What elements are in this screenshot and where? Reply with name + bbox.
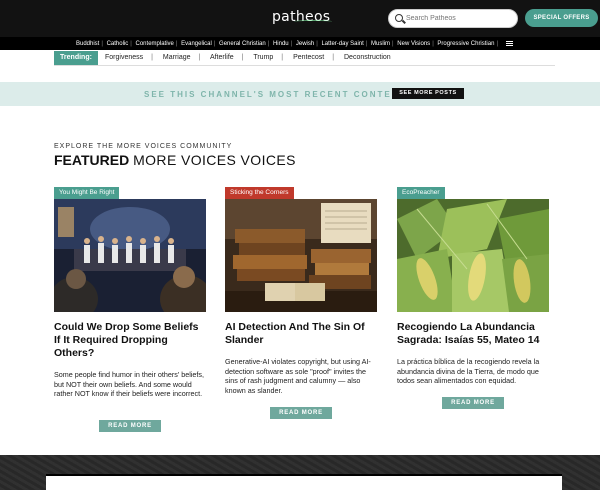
section-title-bold: FEATURED (54, 152, 130, 168)
trending-link[interactable]: Pentecost (293, 54, 324, 61)
category-link[interactable]: Catholic (107, 41, 129, 47)
category-link[interactable]: Progressive Christian (437, 41, 494, 47)
card-excerpt: Generative-AI violates copyright, but us… (225, 357, 371, 395)
search-input[interactable] (406, 12, 514, 25)
category-link[interactable]: Muslim (371, 41, 390, 47)
special-offers-button[interactable]: SPECIAL OFFERS (525, 9, 598, 27)
card-image[interactable] (397, 199, 549, 312)
separator: | (290, 41, 293, 47)
separator: | (496, 41, 499, 47)
category-link[interactable]: General Christian (219, 41, 266, 47)
section-title: FEATURED MORE VOICES VOICES (54, 152, 296, 168)
see-more-posts-button[interactable]: SEE MORE POSTS (392, 88, 464, 99)
read-more-button[interactable]: READ MORE (442, 397, 504, 409)
separator: | (130, 41, 132, 47)
menu-icon[interactable] (505, 41, 513, 46)
read-more-button[interactable]: READ MORE (99, 420, 161, 432)
card-image[interactable] (54, 199, 206, 312)
search-icon[interactable] (395, 14, 403, 22)
trending-label: Trending: (54, 51, 98, 65)
card-image[interactable] (225, 199, 377, 312)
category-link[interactable]: Buddhist (76, 41, 99, 47)
separator: | (198, 54, 201, 61)
separator: | (316, 41, 318, 47)
category-link[interactable]: Hindu (273, 41, 289, 47)
card-title[interactable]: Recogiendo La Abundancia Sagrada: Isaías… (397, 321, 549, 347)
trending-links: Forgiveness | Marriage | Afterlife | Trump |… (105, 54, 391, 61)
section-kicker: EXPLORE THE MORE VOICES COMMUNITY (54, 143, 233, 150)
category-bar: Buddhist | Catholic | Contemplative | Evang… (0, 37, 600, 50)
read-more-button[interactable]: READ MORE (270, 407, 332, 419)
separator: | (151, 54, 153, 61)
category-link[interactable]: Latter-day Saint (321, 41, 363, 47)
separator: | (175, 41, 178, 47)
channel-banner-text: SEE THIS CHANNEL'S MOST RECENT CONTENT (144, 90, 407, 99)
separator: | (101, 41, 103, 47)
card-excerpt: La práctica bíblica de la recogiendo rev… (397, 357, 540, 385)
card-category-tag[interactable]: You Might Be Right (54, 187, 120, 199)
separator: | (213, 41, 216, 47)
separator: | (392, 41, 394, 47)
trending-link[interactable]: Trump (253, 54, 273, 61)
card-excerpt: Some people find humor in their others' … (54, 370, 204, 398)
category-link[interactable]: New Visions (397, 41, 430, 47)
trending-link[interactable]: Forgiveness (105, 54, 143, 61)
section-title-rest: MORE VOICES VOICES (133, 152, 296, 168)
separator: | (267, 41, 270, 47)
card-title[interactable]: AI Detection And The Sin Of Slander (225, 321, 377, 347)
separator: | (281, 54, 284, 61)
category-link[interactable]: Contemplative (136, 41, 174, 47)
category-links: Buddhist | Catholic | Contemplative | Evang… (76, 40, 513, 47)
trending-link[interactable]: Afterlife (210, 54, 234, 61)
category-link[interactable]: Evangelical (181, 41, 212, 47)
trending-link[interactable]: Deconstruction (344, 54, 391, 61)
card-category-tag[interactable]: Sticking the Corners (225, 187, 294, 199)
category-link[interactable]: Jewish (296, 41, 314, 47)
search-box[interactable] (388, 9, 518, 28)
card-title[interactable]: Could We Drop Some Beliefs If It Require… (54, 321, 206, 360)
separator: | (332, 54, 335, 61)
trending-bar: Trending: Forgiveness | Marriage | Afterli… (54, 51, 555, 66)
separator: | (432, 41, 434, 47)
card-category-tag[interactable]: EcoPreacher (397, 187, 445, 199)
channel-banner: SEE THIS CHANNEL'S MOST RECENT CONTENT S… (0, 82, 600, 106)
separator: | (365, 41, 368, 47)
logo-swoosh-icon (294, 20, 332, 23)
top-navigation-bar: patheos SPECIAL OFFERS (0, 0, 600, 37)
footer-panel (46, 474, 562, 490)
trending-link[interactable]: Marriage (163, 54, 191, 61)
separator: | (241, 54, 244, 61)
